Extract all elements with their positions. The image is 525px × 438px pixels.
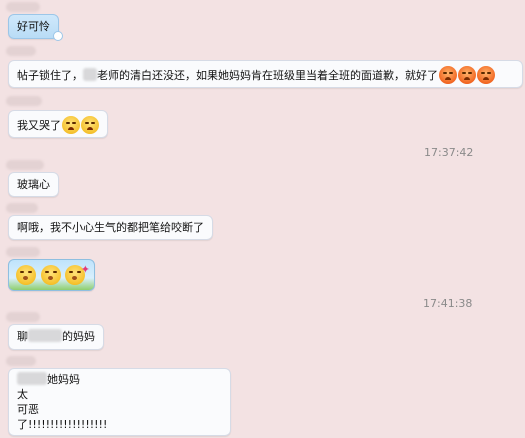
sender-name-redacted [6,312,40,322]
bubble-decoration-icon [53,31,63,41]
kite-icon: ✦ [80,263,90,276]
angry-emoji-icon [458,66,476,84]
message-text: 聊 [17,330,28,343]
message-line: 了!!!!!!!!!!!!!!!!!! [17,418,108,431]
message-bubble[interactable]: 她妈妈 太 可恶 了!!!!!!!!!!!!!!!!!! [8,368,231,436]
redacted-name [17,372,47,385]
shy-emoji-icon [40,265,61,285]
message-text: 老师的清白还没还，如果她妈妈肯在班级里当着全班的面道歉，就好了 [97,69,438,82]
angry-emoji-icon [439,66,457,84]
sender-name-redacted [6,203,38,213]
message-bubble[interactable]: 好可怜 [8,14,63,41]
chat-history: 好可怜 帖子锁住了， 老师的清白还没还，如果她妈妈肯在班级里当着全班的面道歉，就好… [0,0,525,438]
timestamp: 17:41:38 [423,297,473,310]
message-bubble[interactable]: 帖子锁住了， 老师的清白还没还，如果她妈妈肯在班级里当着全班的面道歉，就好了 [8,60,523,88]
sender-name-redacted [6,46,36,56]
shy-emoji-icon [16,265,36,285]
message-line: 太 [17,388,28,401]
message-line: 她妈妈 [17,372,222,387]
sender-name-redacted [6,160,44,170]
angry-emoji-icon [477,66,495,84]
redacted-name [28,329,62,342]
message-bubble[interactable]: ✦ [8,259,95,291]
message-bubble[interactable]: 啊哦，我不小心生气的都把笔给咬断了 [8,215,213,240]
sender-name-redacted [6,247,40,257]
crying-emoji-icon [81,116,99,134]
message-text: 啊哦，我不小心生气的都把笔给咬断了 [17,221,204,234]
message-bubble[interactable]: 我又哭了 [8,110,108,138]
message-line: 可恶 [17,403,39,416]
redacted-name [83,68,97,81]
message-text: 的妈妈 [62,330,95,343]
message-bubble[interactable]: 玻璃心 [8,172,59,197]
sender-name-redacted [6,2,40,12]
timestamp: 17:37:42 [424,146,474,159]
message-text: 玻璃心 [17,178,50,191]
message-bubble[interactable]: 聊 的妈妈 [8,324,104,350]
sender-name-redacted [6,96,42,106]
message-text: 帖子锁住了， [17,69,83,82]
sender-name-redacted [6,356,36,366]
message-text: 好可怜 [17,20,50,33]
crying-emoji-icon [62,116,80,134]
message-text: 我又哭了 [17,119,61,132]
